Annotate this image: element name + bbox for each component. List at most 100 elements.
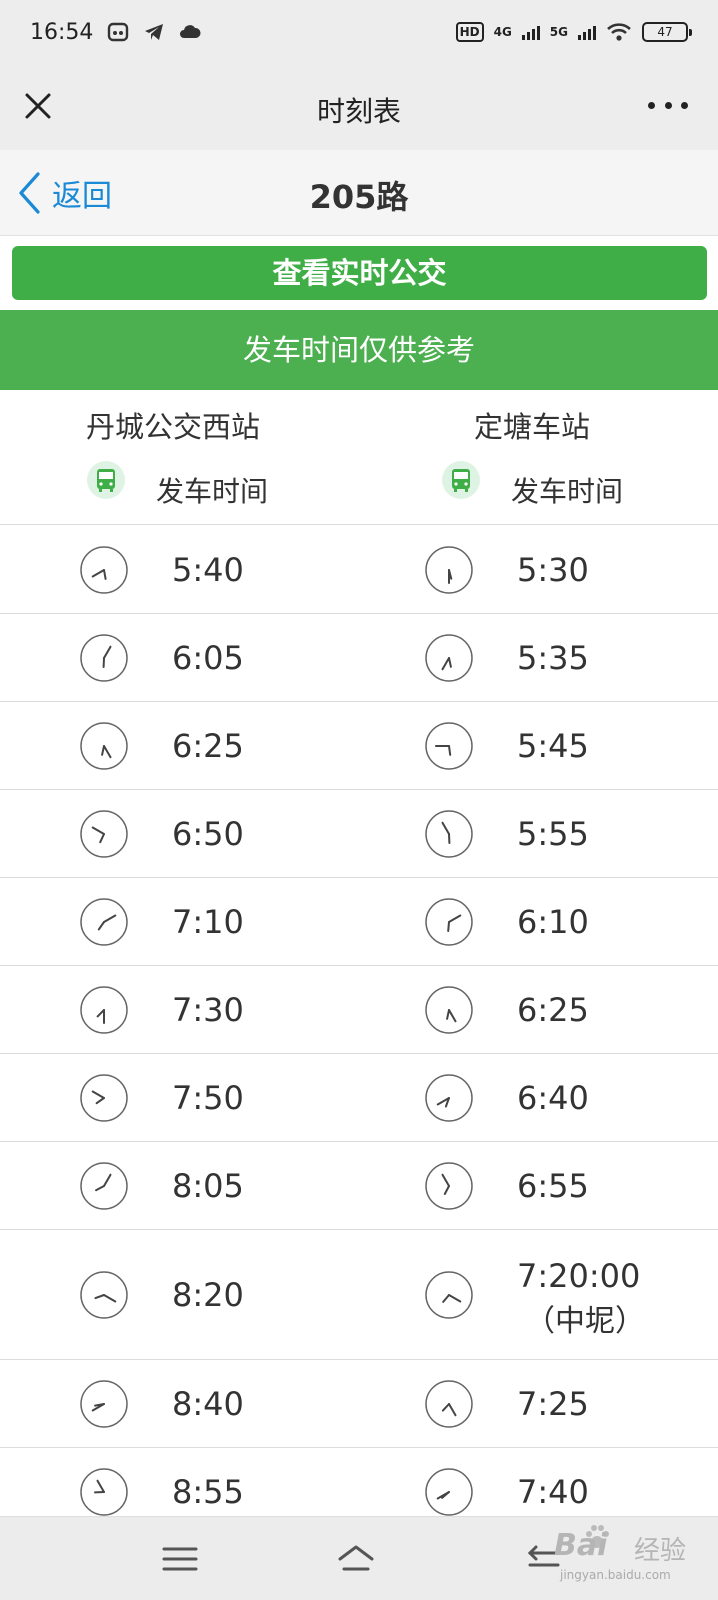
timetable-row: 8:05 6:55 (0, 1142, 718, 1230)
timetable-cell-left: 6:25 (0, 702, 359, 789)
timetable-row: 6:05 5:35 (0, 614, 718, 702)
timetable-row: 6:25 5:45 (0, 702, 718, 790)
timetable-cell-left: 5:40 (0, 526, 359, 613)
timetable-cell-right: 6:55 (359, 1142, 718, 1229)
departure-time: 8:40 (172, 1384, 244, 1423)
station-name: 丹城公交西站 (86, 410, 261, 444)
departure-time: 5:55 (517, 814, 589, 853)
page-title: 时刻表 (316, 95, 401, 128)
status-right: HD 4G 5G 47 (455, 22, 692, 42)
departure-time: 8:55 (172, 1472, 244, 1511)
clock-icon (425, 985, 473, 1034)
clock-icon (80, 1161, 128, 1210)
departure-time: 6:25 (517, 990, 589, 1029)
signal-icon-2 (578, 24, 596, 40)
clock-icon (425, 1073, 473, 1122)
clock-icon (80, 985, 128, 1034)
timetable-cell-left: 8:40 (0, 1360, 359, 1447)
clock-icon (80, 897, 128, 946)
departure-time-value: 7:20:00 (517, 1256, 641, 1295)
home-icon[interactable] (336, 1539, 376, 1579)
bus-icon (442, 461, 480, 499)
timetable-cell-right: 5:45 (359, 702, 718, 789)
departure-time: 6:05 (172, 638, 244, 677)
timetable-cell-left: 6:50 (0, 790, 359, 877)
timetable-row: 8:20 7:20:00 （中坭） (0, 1230, 718, 1360)
clock-icon (425, 1467, 473, 1516)
baidu-watermark: Bai 经验 jingyan.baidu.com (510, 1522, 710, 1592)
departure-time: 7:30 (172, 990, 244, 1029)
departure-time: 7:40 (517, 1472, 589, 1511)
clock-icon (425, 809, 473, 858)
timetable-row: 7:50 6:40 (0, 1054, 718, 1142)
status-bar: 16:54 HD 4G 5G 47 (0, 0, 718, 64)
watermark-url: jingyan.baidu.com (560, 1568, 671, 1582)
timetable-cell-right: 5:55 (359, 790, 718, 877)
menu-icon[interactable] (160, 1539, 200, 1579)
departure-time: 5:35 (517, 638, 589, 677)
title-bar: 时刻表 (0, 64, 718, 150)
status-left: 16:54 (30, 20, 201, 45)
route-name: 205路 (309, 178, 409, 216)
station-name: 定塘车站 (474, 410, 591, 444)
clock-icon (425, 545, 473, 594)
departure-time: 8:20 (172, 1275, 244, 1314)
timetable-cell-right: 6:25 (359, 966, 718, 1053)
departure-time: 7:10 (172, 902, 244, 941)
app-notification-icon (108, 22, 129, 42)
system-nav-bar: Bai 经验 jingyan.baidu.com (0, 1516, 718, 1600)
departure-time: 7:50 (172, 1078, 244, 1117)
status-time: 16:54 (30, 19, 94, 45)
clock-icon (80, 545, 128, 594)
timetable-cell-right: 6:40 (359, 1054, 718, 1141)
departure-time: 6:40 (517, 1078, 589, 1117)
timetable: 5:40 5:30 6:05 5:35 6:25 5:45 6:50 5:55 7:10 6:10… (0, 526, 718, 1536)
cloud-icon (180, 25, 201, 38)
timetable-cell-left: 7:10 (0, 878, 359, 965)
clock-icon (80, 809, 128, 858)
clock-icon (425, 1161, 473, 1210)
column-header-left: 丹城公交西站 发车时间 (0, 390, 359, 525)
timetable-cell-left: 7:30 (0, 966, 359, 1053)
timetable-cell-right: 7:25 (359, 1360, 718, 1447)
watermark-logo: Bai (554, 1528, 608, 1563)
departure-time: 7:25 (517, 1384, 589, 1423)
timetable-cell-left: 8:05 (0, 1142, 359, 1229)
telegram-icon (145, 24, 164, 40)
realtime-bus-button[interactable]: 查看实时公交 (12, 246, 707, 300)
clock-icon (425, 1379, 473, 1428)
timetable-cell-right: 7:20:00 （中坭） (359, 1230, 718, 1359)
clock-icon (80, 1379, 128, 1428)
departure-time: 6:10 (517, 902, 589, 941)
timetable-cell-left: 6:05 (0, 614, 359, 701)
signal-icon (521, 24, 540, 40)
departure-time: 6:50 (172, 814, 244, 853)
timetable-row: 7:30 6:25 (0, 966, 718, 1054)
column-header-right: 定塘车站 发车时间 (359, 390, 718, 525)
departure-time: 8:05 (172, 1166, 244, 1205)
clock-icon (80, 1073, 128, 1122)
network-4g-label: 4G (493, 25, 512, 39)
departure-time: 6:25 (172, 726, 244, 765)
departure-note: （中坭） (525, 1303, 645, 1339)
departure-time: 7:20:00 （中坭） (517, 1253, 645, 1345)
depart-time-label: 发车时间 (156, 475, 269, 508)
departure-time: 5:40 (172, 550, 244, 589)
clock-icon (80, 1467, 128, 1516)
timetable-cell-right: 5:30 (359, 526, 718, 613)
watermark-text: 经验 (634, 1536, 687, 1566)
network-5g-label: 5G (549, 25, 568, 39)
bus-icon (87, 461, 125, 499)
clock-icon (80, 633, 128, 682)
timetable-cell-left: 7:50 (0, 1054, 359, 1141)
timetable-cell-right: 5:35 (359, 614, 718, 701)
departure-time: 5:30 (517, 550, 589, 589)
depart-time-label: 发车时间 (511, 475, 624, 508)
timetable-row: 6:50 5:55 (0, 790, 718, 878)
clock-icon (80, 721, 128, 770)
notice-banner: 发车时间仅供参考 (0, 310, 718, 390)
clock-icon (80, 1270, 128, 1319)
clock-icon (425, 721, 473, 770)
more-icon[interactable] (648, 102, 688, 114)
clock-icon (425, 633, 473, 682)
